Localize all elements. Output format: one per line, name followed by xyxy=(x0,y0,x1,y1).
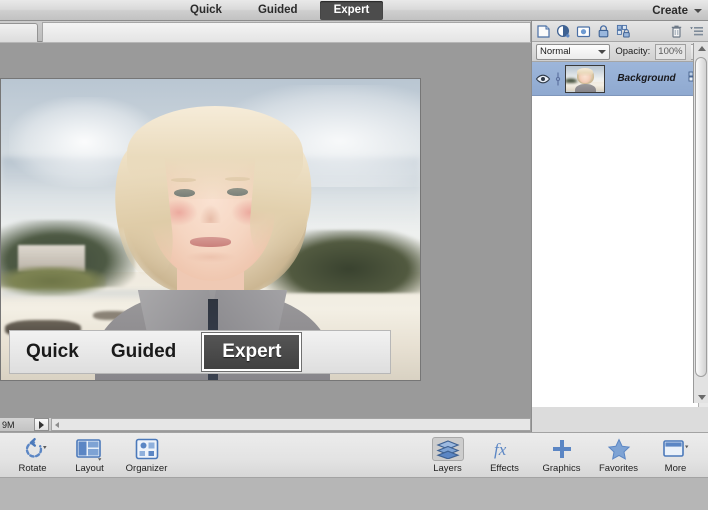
layer-list[interactable]: Background xyxy=(532,62,708,407)
document-tab[interactable]: /8) * xyxy=(0,22,38,42)
layers-icon xyxy=(431,437,464,461)
bottom-toolbar-right: Layers fx Effects Graphics Favorites Mor… xyxy=(419,435,704,474)
thumbnail-body xyxy=(574,83,596,92)
rotate-label: Rotate xyxy=(18,463,47,474)
create-button[interactable]: Create xyxy=(652,0,702,21)
photoshop-elements-window: Quick Guided Expert Create /8) * xyxy=(0,0,708,510)
overlay-tab-expert[interactable]: Expert xyxy=(202,333,302,371)
graphics-plus-icon xyxy=(550,437,574,461)
scroll-up-icon[interactable] xyxy=(698,46,706,51)
canvas-vertical-scrollbar[interactable] xyxy=(693,43,708,403)
layout-button[interactable]: Layout xyxy=(61,435,118,474)
layer-thumbnail[interactable] xyxy=(565,64,605,93)
layout-label: Layout xyxy=(75,463,104,474)
blend-mode-select[interactable]: Normal xyxy=(536,43,611,60)
layers-panel-toolbar xyxy=(532,21,708,42)
status-expand-button[interactable] xyxy=(34,418,49,431)
document-tab-strip-empty xyxy=(42,21,531,42)
bottom-toolbar: Rotate Layout Organizer Layers fx Effect… xyxy=(0,432,708,478)
graphics-label: Graphics xyxy=(542,463,581,474)
more-panel-icon xyxy=(662,437,690,461)
layer-visibility-eye-icon[interactable] xyxy=(535,72,551,86)
adjustment-layer-icon[interactable] xyxy=(556,24,571,39)
lock-layer-icon[interactable] xyxy=(596,24,611,39)
favorites-star-icon xyxy=(607,437,631,461)
effects-label: Effects xyxy=(490,463,519,474)
blend-mode-value: Normal xyxy=(540,46,571,57)
scroll-down-icon[interactable] xyxy=(698,395,706,400)
organizer-label: Organizer xyxy=(125,463,168,474)
more-label: More xyxy=(664,463,687,474)
bottom-toolbar-left: Rotate Layout Organizer xyxy=(4,435,175,474)
panel-button-graphics[interactable]: Graphics xyxy=(533,435,590,474)
layer-options-row: Normal Opacity: 100% xyxy=(532,42,708,62)
layer-name-label[interactable]: Background xyxy=(608,73,685,84)
layer-row-background[interactable]: Background xyxy=(532,62,708,96)
canvas-photo[interactable]: Quick Guided Expert xyxy=(0,78,421,381)
organizer-button[interactable]: Organizer xyxy=(118,435,175,474)
canvas-horizontal-scrollbar[interactable] xyxy=(51,418,531,431)
photo-child-hair-front xyxy=(126,106,303,200)
scroll-left-icon[interactable] xyxy=(55,421,59,428)
svg-text:fx: fx xyxy=(494,440,507,459)
panel-button-more[interactable]: More xyxy=(647,435,704,474)
photo-child-nose xyxy=(200,205,221,224)
layer-link-handle-icon[interactable] xyxy=(554,71,562,87)
layout-icon xyxy=(74,437,106,461)
rotate-icon xyxy=(18,437,48,461)
new-layer-icon[interactable] xyxy=(536,24,551,39)
mode-tab-quick[interactable]: Quick xyxy=(176,1,236,20)
mode-tab-guided[interactable]: Guided xyxy=(244,1,312,20)
canvas-workspace[interactable]: Quick Guided Expert xyxy=(0,43,531,417)
chevron-down-icon xyxy=(694,8,702,13)
status-bar: 9M xyxy=(0,417,531,432)
photo-child-chin xyxy=(185,250,236,263)
overlay-mode-tabs: Quick Guided Expert xyxy=(9,330,391,374)
favorites-label: Favorites xyxy=(598,463,639,474)
thumbnail-hair-front xyxy=(577,67,594,76)
layer-mask-icon[interactable] xyxy=(576,24,591,39)
rotate-button[interactable]: Rotate xyxy=(4,435,61,474)
organizer-icon xyxy=(134,437,160,461)
document-tab-strip: /8) * xyxy=(0,21,531,42)
mode-bar: Quick Guided Expert Create xyxy=(0,0,708,21)
panel-menu-icon[interactable] xyxy=(689,24,704,39)
delete-layer-icon[interactable] xyxy=(669,24,684,39)
panel-button-favorites[interactable]: Favorites xyxy=(590,435,647,474)
layers-label: Layers xyxy=(433,463,462,474)
chevron-down-icon xyxy=(598,49,607,54)
mode-tab-expert[interactable]: Expert xyxy=(319,1,384,20)
opacity-value[interactable]: 100% xyxy=(655,43,686,60)
link-layers-icon[interactable] xyxy=(616,24,631,39)
photo-child-mouth xyxy=(189,237,232,247)
overlay-tab-guided[interactable]: Guided xyxy=(95,341,192,363)
canvas-scroll-thumb[interactable] xyxy=(695,57,707,377)
effects-fx-icon: fx xyxy=(492,437,518,461)
overlay-tab-quick[interactable]: Quick xyxy=(10,341,95,363)
play-triangle-icon xyxy=(39,420,44,429)
window-bottom-background xyxy=(0,478,708,510)
mode-tabs: Quick Guided Expert xyxy=(172,0,387,21)
document-size-label: 9M xyxy=(2,419,15,430)
create-button-label: Create xyxy=(652,4,688,17)
panel-button-layers[interactable]: Layers xyxy=(419,435,476,474)
layers-panel: Normal Opacity: 100% Background xyxy=(531,21,708,432)
panel-button-effects[interactable]: fx Effects xyxy=(476,435,533,474)
opacity-label: Opacity: xyxy=(615,46,651,57)
